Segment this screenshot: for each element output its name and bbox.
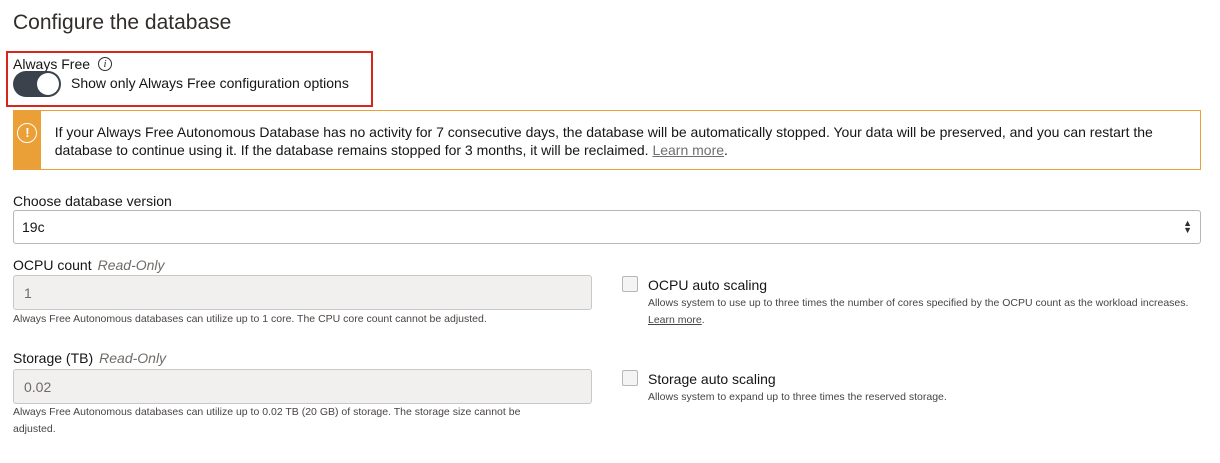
page-title: Configure the database	[13, 11, 232, 34]
ocpu-count-input: 1	[13, 275, 592, 310]
toggle-knob	[37, 73, 59, 95]
version-label: Choose database version	[13, 193, 172, 209]
info-icon[interactable]: i	[98, 57, 113, 71]
storage-input: 0.02	[13, 369, 592, 404]
storage-label: Storage (TB)	[13, 350, 94, 366]
ocpu-link-suffix: .	[701, 314, 705, 326]
storage-auto-scaling-help: Allows system to expand up to three time…	[648, 391, 947, 403]
ocpu-help-text: Always Free Autonomous databases can uti…	[13, 313, 487, 325]
ocpu-auto-scaling-help: Allows system to use up to three times t…	[648, 297, 1189, 309]
storage-help-line1: Always Free Autonomous databases can uti…	[13, 406, 521, 418]
warning-text: If your Always Free Autonomous Database …	[41, 111, 1200, 169]
ocpu-label-row: OCPU count Read-Only	[13, 257, 165, 273]
ocpu-auto-scaling-checkbox[interactable]	[622, 276, 638, 292]
warning-message: If your Always Free Autonomous Database …	[54, 124, 1153, 158]
always-free-toggle-label: Show only Always Free configuration opti…	[71, 75, 349, 91]
always-free-toggle[interactable]	[13, 71, 61, 97]
storage-label-row: Storage (TB) Read-Only	[13, 350, 166, 366]
ocpu-learn-more-row: Learn more.	[648, 312, 705, 329]
always-free-label-row: Always Free i	[13, 56, 113, 72]
warning-link-suffix: .	[724, 142, 728, 158]
ocpu-readonly-tag: Read-Only	[97, 257, 165, 273]
select-chevron-updown-icon: ▲ ▼	[1183, 218, 1192, 235]
ocpu-count-value: 1	[24, 284, 32, 301]
ocpu-label: OCPU count	[13, 257, 92, 273]
ocpu-auto-scaling-label: OCPU auto scaling	[648, 277, 768, 293]
warning-exclamation-icon: !	[17, 123, 38, 143]
storage-value: 0.02	[24, 378, 52, 395]
warning-stripe: !	[14, 111, 41, 169]
warning-learn-more-link[interactable]: Learn more	[652, 142, 724, 158]
storage-help-line2: adjusted.	[13, 423, 56, 435]
storage-readonly-tag: Read-Only	[99, 350, 167, 366]
always-free-label: Always Free	[13, 56, 91, 72]
storage-auto-scaling-label: Storage auto scaling	[648, 371, 776, 387]
storage-auto-scaling-checkbox[interactable]	[622, 370, 638, 386]
warning-banner: ! If your Always Free Autonomous Databas…	[13, 110, 1201, 170]
ocpu-learn-more-link[interactable]: Learn more	[648, 314, 702, 326]
database-version-select[interactable]: 19c ▲ ▼	[13, 210, 1201, 244]
database-version-value: 19c	[22, 219, 45, 235]
